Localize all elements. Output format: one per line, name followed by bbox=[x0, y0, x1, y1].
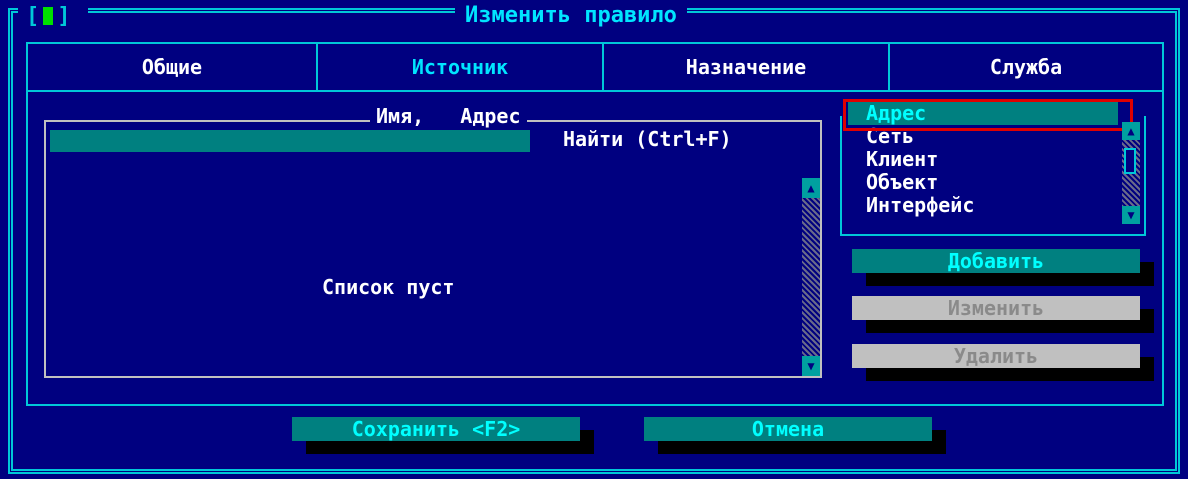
tab-bar: Общие Источник Назначение Служба bbox=[26, 42, 1164, 92]
close-box-right: ] bbox=[57, 4, 71, 29]
field-item-client[interactable]: Клиент bbox=[848, 148, 1118, 171]
edit-button[interactable]: Изменить bbox=[852, 296, 1140, 320]
close-box-left: [ bbox=[26, 4, 40, 29]
field-item-interface[interactable]: Интерфейс bbox=[848, 194, 1118, 217]
list-column-header: Имя, Адрес bbox=[370, 104, 527, 128]
dialog-title: Изменить правило bbox=[455, 3, 687, 28]
scroll-thumb[interactable] bbox=[1124, 148, 1136, 174]
tab-service[interactable]: Служба bbox=[890, 44, 1162, 90]
cancel-button[interactable]: Отмена bbox=[644, 417, 932, 441]
tab-destination[interactable]: Назначение bbox=[604, 44, 888, 90]
scroll-down-icon[interactable]: ▼ bbox=[1122, 206, 1140, 224]
close-icon bbox=[43, 7, 54, 25]
field-list-scrollbar[interactable]: ▲ ▼ bbox=[1122, 122, 1140, 224]
scroll-down-icon[interactable]: ▼ bbox=[802, 356, 820, 376]
close-box[interactable]: [] bbox=[26, 4, 71, 29]
address-list[interactable] bbox=[44, 120, 822, 378]
list-scrollbar[interactable]: ▲ ▼ bbox=[802, 178, 820, 376]
find-label: Найти (Ctrl+F) bbox=[563, 127, 738, 151]
tab-general[interactable]: Общие bbox=[28, 44, 316, 90]
field-item-object[interactable]: Объект bbox=[848, 171, 1118, 194]
scroll-up-icon[interactable]: ▲ bbox=[1122, 122, 1140, 140]
scroll-up-icon[interactable]: ▲ bbox=[802, 178, 820, 198]
add-button[interactable]: Добавить bbox=[852, 249, 1140, 273]
delete-button[interactable]: Удалить bbox=[852, 344, 1140, 368]
search-input[interactable] bbox=[50, 130, 530, 152]
selection-highlight bbox=[843, 99, 1133, 131]
empty-list-message: Список пуст bbox=[322, 275, 455, 299]
tab-source[interactable]: Источник bbox=[318, 44, 602, 90]
save-button[interactable]: Сохранить <F2> bbox=[292, 417, 580, 441]
